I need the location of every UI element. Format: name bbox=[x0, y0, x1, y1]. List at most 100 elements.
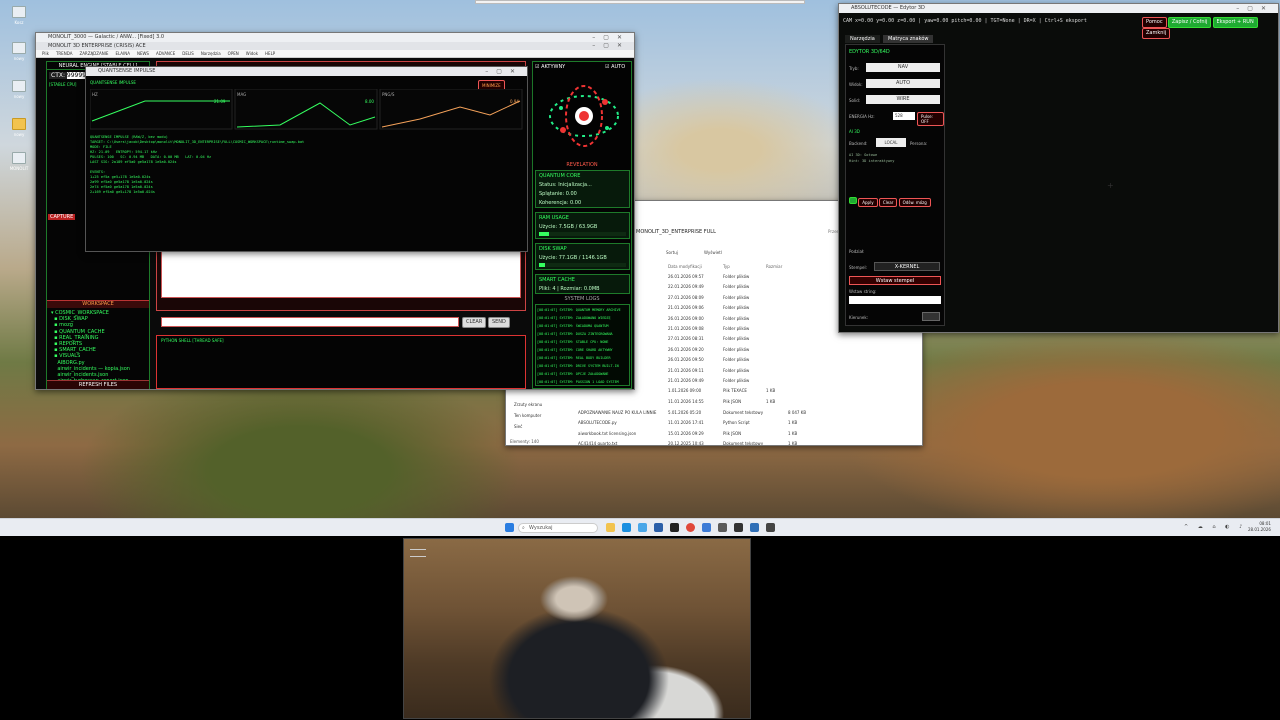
save-undo-button[interactable]: Zapisz / Cofnij bbox=[1167, 17, 1212, 28]
taskbar-search[interactable]: ⌕ Wyszukaj bbox=[518, 523, 598, 533]
table-cell: 26.01.2026 09:57 bbox=[668, 274, 704, 279]
ram-value: Użycie: 7.5GB / 63.9GB bbox=[539, 224, 598, 230]
clock[interactable]: 08:01 28.01.2026 bbox=[1248, 521, 1271, 533]
table-cell: Plik JSON bbox=[723, 398, 742, 404]
menu-item[interactable]: Plik bbox=[42, 51, 49, 56]
table-row[interactable]: ADPOZNAWANIE NAUZ PO KULA LINNIE 5.01.202… bbox=[578, 407, 878, 417]
energy-input[interactable]: 528 bbox=[893, 112, 915, 120]
sort-button[interactable]: Sortuj bbox=[666, 250, 678, 255]
app-icon[interactable] bbox=[766, 523, 775, 532]
file-explorer-icon[interactable] bbox=[606, 523, 615, 532]
split-label: Podział: bbox=[849, 249, 865, 254]
tab-matrix[interactable]: Matryca znaków bbox=[883, 35, 934, 43]
capture-button[interactable]: CAPTURE bbox=[48, 214, 76, 220]
solid-label: Solid: bbox=[849, 98, 861, 103]
send-button[interactable]: SEND bbox=[487, 317, 510, 328]
table-row[interactable]: 26.01.2026 09:50 Folder plików bbox=[668, 354, 922, 364]
app-icon[interactable] bbox=[718, 523, 727, 532]
chart-label: MAG bbox=[237, 92, 246, 97]
clear-ai-button[interactable]: Clear bbox=[878, 198, 898, 207]
python-icon[interactable] bbox=[702, 523, 711, 532]
desktop-icon[interactable]: Kosz bbox=[6, 6, 32, 25]
stamp-select[interactable]: X-KERNEL bbox=[874, 262, 940, 271]
edge-icon[interactable] bbox=[622, 523, 631, 532]
column-size[interactable]: Rozmiar bbox=[766, 264, 782, 269]
close-editor-button[interactable]: Zamknij bbox=[1142, 28, 1171, 39]
quantsense-log: QUANTSENSE IMPULSE (RAW/Ż, bez modu) TARG… bbox=[90, 135, 520, 245]
folder-icon bbox=[12, 118, 26, 130]
menu-item[interactable]: HELP bbox=[265, 51, 275, 56]
insert-string-input[interactable] bbox=[849, 296, 941, 304]
active-toggle[interactable]: ☑ AKTYWNY bbox=[535, 64, 565, 70]
terminal-icon[interactable] bbox=[670, 523, 679, 532]
python-shell[interactable]: PYTHON SHELL [THREAD SAFE] bbox=[156, 335, 526, 389]
table-row[interactable]: aiworkbook.txt licensing.json 15.01.2026 … bbox=[578, 428, 878, 438]
backend-select[interactable]: LOCAL bbox=[876, 138, 906, 147]
table-cell: Folder plików bbox=[723, 378, 750, 383]
menu-item[interactable]: ADVANCE bbox=[156, 51, 175, 56]
clear-button[interactable]: CLEAR bbox=[462, 317, 487, 328]
table-row[interactable]: 21.01.2026 09:49 Folder plików bbox=[668, 375, 922, 385]
desktop-icon[interactable]: nowy bbox=[6, 42, 32, 61]
chart-mag bbox=[234, 89, 378, 130]
explorer-status: Elementy: 140 bbox=[510, 439, 539, 444]
smart-cache-card: SMART CACHE Pliki: 4 | Rozmiar: 0.0MB bbox=[535, 274, 630, 294]
table-cell: ABSOLUTECODE.py bbox=[578, 420, 617, 426]
table-row[interactable]: 27.01.2026 08:31 Folder plików bbox=[668, 333, 922, 343]
windows-start-icon[interactable] bbox=[505, 523, 514, 532]
menu-item[interactable]: NEWS bbox=[137, 51, 149, 56]
menu-item[interactable]: ELAINA bbox=[115, 51, 130, 56]
system-tray[interactable]: ^ ☁ ⌂ ◐ ♪ bbox=[1184, 524, 1246, 530]
column-date[interactable]: Data modyfikacji bbox=[668, 264, 702, 269]
file-icon bbox=[12, 42, 26, 54]
explorer-address[interactable]: MONOLIT_3D_ENTERPRISE FULL bbox=[636, 229, 826, 239]
help-button[interactable]: Pomoc bbox=[1142, 17, 1167, 28]
menu-item[interactable]: Narzędzia bbox=[201, 51, 221, 56]
search-icon: ⌕ bbox=[522, 525, 525, 531]
table-row[interactable]: 26.01.2026 09:20 Folder plików bbox=[668, 344, 922, 354]
menu-item[interactable]: ZARZĄDZANIE bbox=[79, 51, 108, 56]
desktop-icon[interactable]: nowy bbox=[6, 118, 32, 137]
table-row[interactable]: 1.01.2026 09:00 Plik TEXACE 1 KB bbox=[668, 385, 922, 395]
refresh-files-button[interactable]: REFRESH FILES bbox=[47, 380, 149, 389]
insert-stamp-button[interactable]: Wstaw stempel bbox=[849, 276, 941, 285]
table-cell: 27.01.2026 08:09 bbox=[668, 294, 704, 300]
refresh-brain-button[interactable]: Odśw. mózg bbox=[898, 198, 931, 207]
sidebar-item[interactable]: Sieć bbox=[514, 421, 574, 432]
green-indicator[interactable] bbox=[849, 197, 857, 204]
column-type[interactable]: Typ bbox=[723, 264, 730, 269]
table-row[interactable]: ABSOLUTECODE.py 11.01.2026 17:41 Python Sc… bbox=[578, 417, 878, 427]
outlook-icon[interactable] bbox=[654, 523, 663, 532]
apply-button[interactable]: Apply bbox=[858, 198, 878, 207]
export-run-button[interactable]: Eksport + RUN bbox=[1212, 17, 1258, 28]
table-row[interactable]: 11.01.2026 14:55 Plik JSON 1 KB bbox=[668, 396, 922, 406]
sidebar-item[interactable]: Zrzuty ekranu bbox=[514, 399, 574, 410]
tab-tools[interactable]: Narzędzia bbox=[845, 35, 880, 43]
sidebar-item[interactable]: Ten komputer bbox=[514, 410, 574, 421]
direction-select[interactable] bbox=[922, 312, 940, 321]
mode-select[interactable]: NAV bbox=[866, 63, 940, 72]
app-icon[interactable] bbox=[750, 523, 759, 532]
menu-item[interactable]: TRENDA bbox=[56, 51, 73, 56]
camera-readout: CAM x=0.00 y=0.00 z=0.00 | yaw=0.00 pitc… bbox=[843, 18, 1087, 24]
pulse-toggle[interactable]: Pulse: OFF bbox=[917, 112, 944, 126]
system-log-line: [08:01:07] SYSTEM: STABLE CPU: NONE bbox=[537, 340, 609, 344]
menu-item[interactable]: DELIS bbox=[182, 51, 194, 56]
view-button[interactable]: Wyświetl bbox=[704, 250, 722, 255]
table-cell: 1.01.2026 09:00 bbox=[668, 388, 702, 394]
chrome-icon[interactable] bbox=[686, 523, 695, 532]
table-row[interactable]: AC41414 quarto.txt 20.12.2025 10:43 Dokume… bbox=[578, 438, 878, 445]
desktop-icon[interactable]: MONOLIT bbox=[6, 152, 32, 171]
auto-toggle[interactable]: ☑ AUTO bbox=[605, 64, 625, 70]
command-input[interactable] bbox=[161, 317, 459, 327]
table-row[interactable]: 21.01.2026 09:11 Folder plików bbox=[668, 365, 922, 375]
app-icon[interactable] bbox=[734, 523, 743, 532]
menu-icon[interactable] bbox=[410, 549, 426, 557]
menu-item[interactable]: Widok bbox=[246, 51, 258, 56]
menu-item[interactable]: OPEN bbox=[228, 51, 239, 56]
store-icon[interactable] bbox=[638, 523, 647, 532]
table-cell: Folder plików bbox=[723, 367, 750, 373]
solid-select[interactable]: WIRE bbox=[866, 95, 940, 104]
desktop-icon[interactable]: nowy bbox=[6, 80, 32, 99]
view-select[interactable]: AUTO bbox=[866, 79, 940, 88]
